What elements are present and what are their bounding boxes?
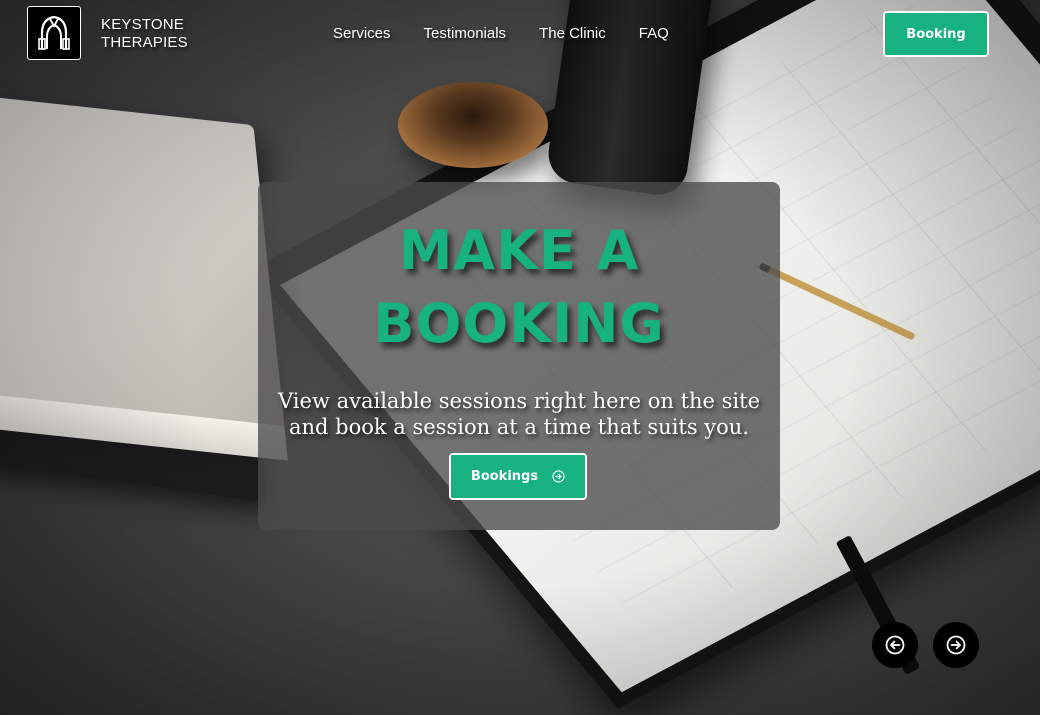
hero-card: MAKE A BOOKING View available sessions r… (258, 182, 780, 530)
nav-the-clinic[interactable]: The Clinic (539, 25, 606, 42)
arch-logo-icon (38, 15, 70, 50)
main-nav: Services Testimonials The Clinic FAQ (333, 25, 702, 42)
hero-title: MAKE A BOOKING (258, 214, 780, 360)
slider-next-button[interactable] (933, 622, 979, 668)
brand-name[interactable]: KEYSTONE THERAPIES (101, 16, 188, 52)
brand-line-2: THERAPIES (101, 34, 188, 51)
brand-line-1: KEYSTONE (101, 16, 185, 33)
bookings-button-label: Bookings (470, 469, 539, 484)
site-header: KEYSTONE THERAPIES Services Testimonials… (0, 0, 1040, 70)
hero-subtitle: View available sessions right here on th… (278, 389, 761, 439)
hero-title-line-2: BOOKING (373, 292, 665, 355)
arrow-left-circle-icon (885, 635, 905, 655)
nav-testimonials[interactable]: Testimonials (424, 25, 507, 42)
header-booking-button[interactable]: Booking (883, 11, 989, 57)
arrow-right-circle-icon (946, 635, 966, 655)
arrow-right-circle-icon (552, 470, 565, 483)
nav-faq[interactable]: FAQ (639, 25, 669, 42)
bookings-button[interactable]: Bookings (449, 453, 587, 500)
slider-prev-button[interactable] (872, 622, 918, 668)
site-logo[interactable] (27, 6, 81, 60)
hero-title-line-1: MAKE A (398, 219, 640, 282)
nav-services[interactable]: Services (333, 25, 391, 42)
